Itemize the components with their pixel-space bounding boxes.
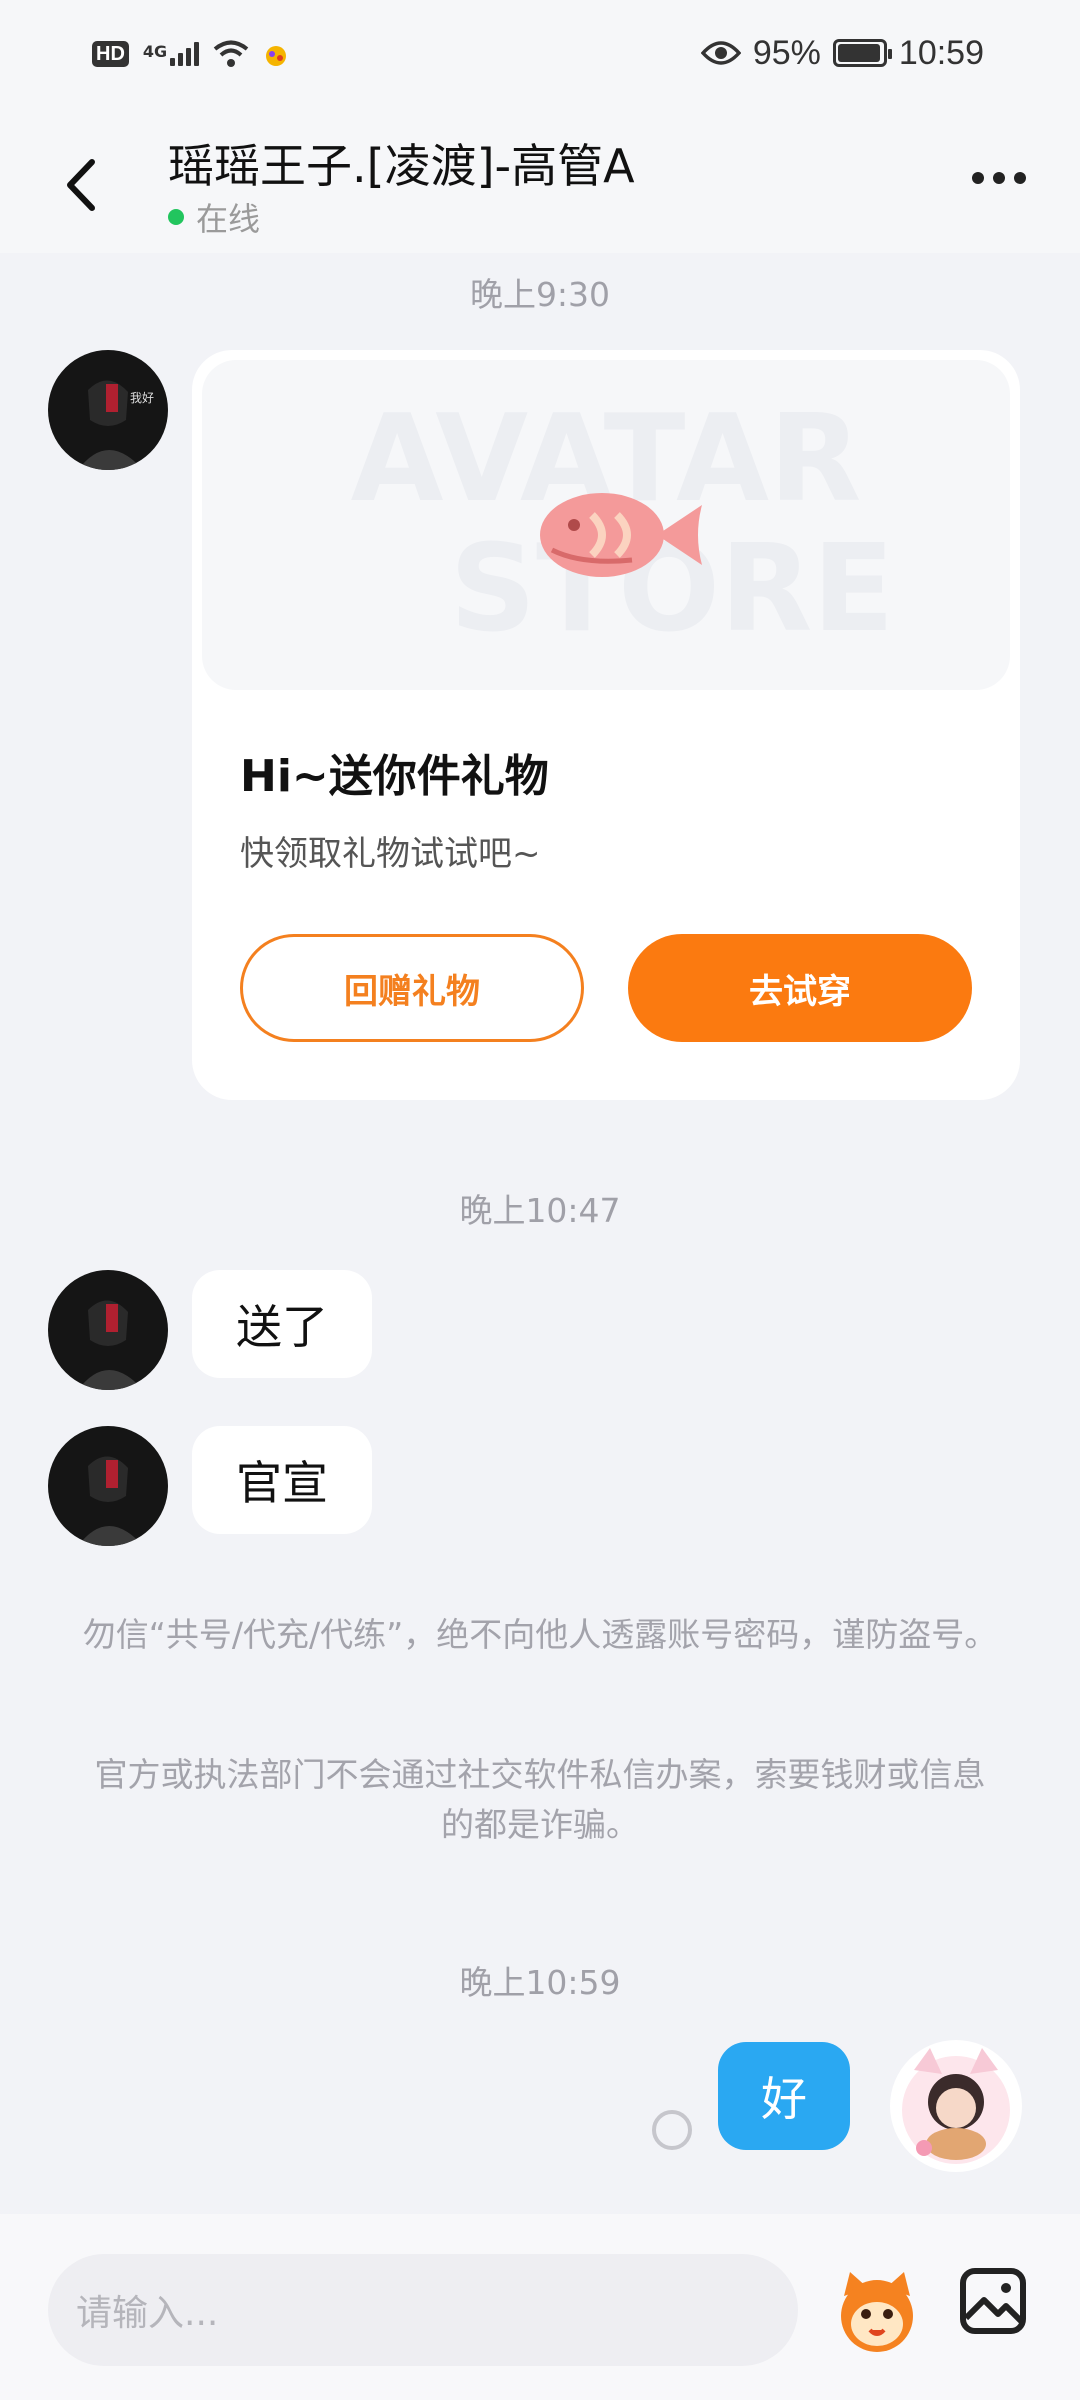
app-notification-icon	[266, 46, 287, 66]
wifi-icon	[213, 40, 249, 67]
contact-avatar[interactable]	[48, 1426, 168, 1546]
contact-name: 瑶瑶王子.[凌渡]-高管A	[168, 139, 635, 193]
return-gift-button[interactable]: 回赠礼物	[240, 934, 584, 1042]
sent-message[interactable]: 好	[718, 2042, 850, 2150]
timestamp: 晚上10:59	[459, 1963, 621, 2002]
contact-avatar[interactable]: 我好	[48, 350, 168, 470]
received-message[interactable]: 送了	[192, 1270, 372, 1378]
eye-icon	[700, 41, 741, 65]
online-label: 在线	[196, 200, 261, 238]
online-dot-icon	[168, 209, 184, 225]
svg-text:我好: 我好	[130, 391, 154, 405]
status-left: HD 4G	[92, 34, 289, 74]
contact-avatar[interactable]	[48, 1270, 168, 1390]
gift-card-title: Hi~送你件礼物	[240, 751, 549, 802]
my-avatar[interactable]	[890, 2040, 1022, 2172]
signal-icon: 4G	[142, 42, 200, 66]
network-label: 4G	[142, 42, 168, 61]
more-options-icon[interactable]	[972, 172, 1026, 184]
gift-card-subtitle: 快领取礼物试试吧~	[240, 834, 541, 874]
gift-card[interactable]: AVATAR STORE Hi~送你件礼物 快领取礼物试试吧~ 回赠礼物 去试穿	[192, 350, 1020, 1100]
online-status: 在线	[168, 194, 260, 240]
message-status-icon	[652, 2110, 692, 2150]
received-message[interactable]: 官宣	[192, 1426, 372, 1534]
back-arrow-icon[interactable]	[56, 150, 106, 220]
clock: 10:59	[898, 33, 984, 72]
status-bar: HD 4G 95% 10:59	[0, 0, 1080, 108]
battery-percent: 95%	[752, 33, 821, 72]
gift-image: AVATAR STORE	[202, 360, 1010, 690]
message-input[interactable]: 请输入...	[48, 2254, 798, 2366]
battery-icon	[832, 39, 892, 67]
image-gallery-icon[interactable]	[958, 2266, 1028, 2336]
sticker-emoji-icon[interactable]	[830, 2262, 924, 2356]
hd-badge: HD	[92, 41, 129, 67]
timestamp: 晚上9:30	[469, 275, 611, 314]
security-notice: 勿信“共号/代充/代练”，绝不向他人透露账号密码，谨防盗号。	[82, 1615, 998, 1654]
status-right: 95% 10:59	[700, 30, 984, 76]
try-on-button[interactable]: 去试穿	[628, 934, 972, 1042]
fraud-notice: 官方或执法部门不会通过社交软件私信办案，索要钱财或信息的都是诈骗。	[94, 1755, 986, 1844]
timestamp: 晚上10:47	[459, 1191, 621, 1230]
input-bar: 请输入...	[0, 2214, 1080, 2400]
chat-header: 瑶瑶王子.[凌渡]-高管A 在线	[0, 108, 1080, 253]
